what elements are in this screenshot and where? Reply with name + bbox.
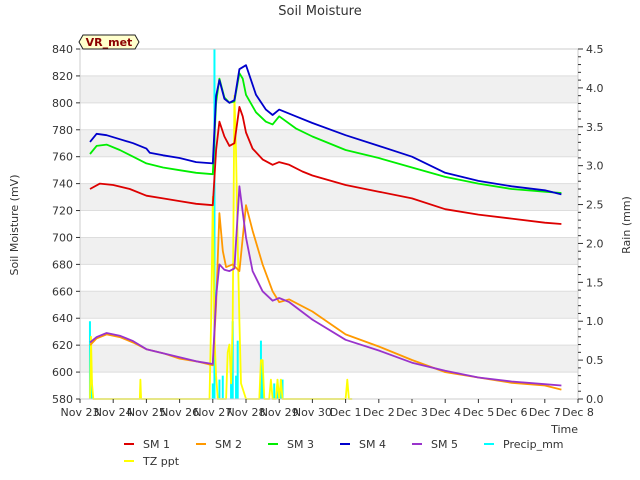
band-4 xyxy=(80,264,578,292)
band-10 xyxy=(80,102,578,130)
y2-axis-label: Rain (mm) xyxy=(620,196,633,254)
y2-tick-label-6: 3.0 xyxy=(586,160,604,173)
band-0 xyxy=(80,372,578,399)
legend-label-sm-5: SM 5 xyxy=(431,438,458,451)
y2-tick-label-2: 1.0 xyxy=(586,315,604,328)
x-tick-label-14: Dec 7 xyxy=(529,406,561,419)
x-tick-label-9: Dec 2 xyxy=(363,406,395,419)
x-tick-label-11: Dec 4 xyxy=(429,406,461,419)
y2-tick-label-8: 4.0 xyxy=(586,82,604,95)
y-tick-label-7: 720 xyxy=(52,205,73,218)
band-6 xyxy=(80,210,578,238)
legend-item-sm-4: SM 4 xyxy=(340,438,386,451)
plot-background xyxy=(80,49,578,399)
legend-label-sm-4: SM 4 xyxy=(359,438,386,451)
legend-label-sm-3: SM 3 xyxy=(287,438,314,451)
y-tick-label-11: 800 xyxy=(52,97,73,110)
y2-tick-label-7: 3.5 xyxy=(586,121,604,134)
x-axis-label: Time xyxy=(550,423,578,436)
y-axis-right: 0.0 0.5 1.0 1.5 2.0 2.5 3.0 3.5 4.0 4.5 xyxy=(578,43,604,406)
band-1 xyxy=(80,345,578,373)
x-axis: Nov 23Nov 24Nov 25Nov 26Nov 27Nov 28Nov … xyxy=(61,399,594,419)
x-tick-label-7: Nov 30 xyxy=(293,406,332,419)
legend-label-tz-ppt: TZ ppt xyxy=(142,455,180,468)
y2-tick-label-4: 2.0 xyxy=(586,237,604,250)
y-tick-label-6: 700 xyxy=(52,231,73,244)
legend-label-precip-mm: Precip_mm xyxy=(503,438,564,451)
y-tick-label-12: 820 xyxy=(52,70,73,83)
band-11 xyxy=(80,75,578,103)
y-tick-label-2: 620 xyxy=(52,339,73,352)
y2-tick-label-1: 0.5 xyxy=(586,354,604,367)
y-tick-label-4: 660 xyxy=(52,285,73,298)
y-tick-label-3: 640 xyxy=(52,312,73,325)
chart-title: Soil Moisture xyxy=(278,4,362,19)
legend: SM 1 SM 2 SM 3 SM 4 SM 5 Precip_mm TZ ppt xyxy=(124,438,564,468)
y2-tick-label-9: 4.5 xyxy=(586,43,604,56)
legend-label-sm-1: SM 1 xyxy=(143,438,170,451)
legend-item-tz-ppt: TZ ppt xyxy=(124,455,180,468)
y-tick-label-13: 840 xyxy=(52,43,73,56)
y2-tick-label-5: 2.5 xyxy=(586,199,604,212)
y2-tick-label-0: 0.0 xyxy=(586,393,604,406)
band-12 xyxy=(80,49,578,76)
legend-item-sm-1: SM 1 xyxy=(124,438,170,451)
legend-label-sm-2: SM 2 xyxy=(215,438,242,451)
y-tick-label-8: 740 xyxy=(52,178,73,191)
band-3 xyxy=(80,291,578,319)
y-axis-left: 580 600 620 640 660 680 700 720 740 760 780 800 820 8… xyxy=(52,43,80,406)
y2-tick-label-3: 1.5 xyxy=(586,276,604,289)
station-badge-label: VR_met xyxy=(86,36,133,49)
x-tick-label-8: Dec 1 xyxy=(330,406,362,419)
soil-moisture-chart: Nov 23Nov 24Nov 25Nov 26Nov 27Nov 28Nov … xyxy=(8,4,633,468)
legend-item-sm-5: SM 5 xyxy=(412,438,458,451)
y-tick-label-5: 680 xyxy=(52,258,73,271)
x-tick-label-15: Dec 8 xyxy=(562,406,594,419)
legend-item-sm-3: SM 3 xyxy=(268,438,314,451)
y-axis-label: Soil Moisture (mV) xyxy=(8,175,21,276)
legend-item-precip-mm: Precip_mm xyxy=(484,438,564,451)
y-tick-label-10: 780 xyxy=(52,124,73,137)
legend-item-sm-2: SM 2 xyxy=(196,438,242,451)
station-badge: VR_met xyxy=(78,34,140,50)
band-5 xyxy=(80,237,578,265)
x-tick-label-10: Dec 3 xyxy=(396,406,428,419)
x-tick-label-13: Dec 6 xyxy=(496,406,528,419)
y-tick-label-9: 760 xyxy=(52,151,73,164)
x-tick-label-12: Dec 5 xyxy=(463,406,495,419)
y-tick-label-1: 600 xyxy=(52,366,73,379)
y-tick-label-0: 580 xyxy=(52,393,73,406)
